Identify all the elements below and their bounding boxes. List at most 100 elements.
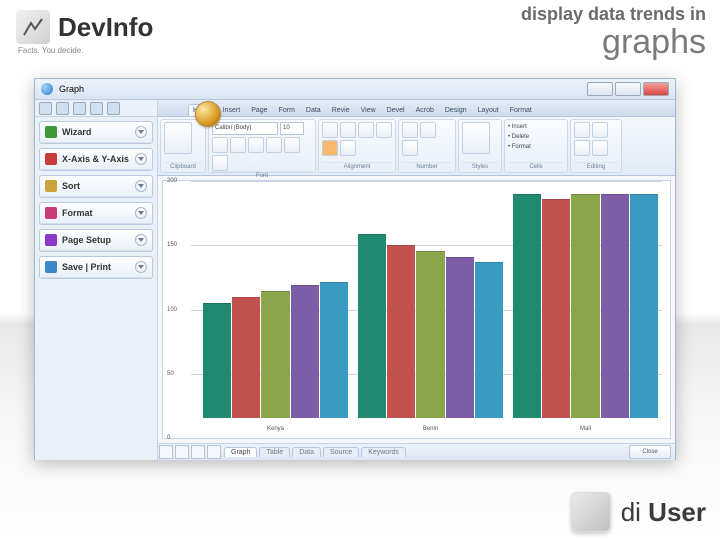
side-panel-format[interactable]: Format — [39, 202, 153, 225]
autosum-button[interactable] — [574, 122, 590, 138]
bar[interactable] — [416, 251, 444, 418]
bar[interactable] — [475, 262, 503, 418]
chevron-down-icon[interactable] — [135, 153, 147, 165]
ribbon-tab-revie[interactable]: Revie — [327, 104, 355, 116]
border-button[interactable] — [266, 137, 282, 153]
chevron-down-icon[interactable] — [135, 207, 147, 219]
side-panel-axes[interactable]: X-Axis & Y-Axis — [39, 148, 153, 171]
y-tick-label: 0 — [167, 435, 170, 441]
ribbon-tab-view[interactable]: View — [356, 104, 381, 116]
x-tick-label: Kenya — [203, 426, 348, 432]
align-tr-button[interactable] — [358, 122, 374, 138]
bar[interactable] — [601, 194, 629, 418]
clear-button[interactable] — [574, 140, 590, 156]
y-tick-label: 50 — [167, 371, 174, 377]
side-panel-save-print[interactable]: Save | Print — [39, 256, 153, 279]
sort-filter-button[interactable] — [592, 140, 608, 156]
close-button[interactable] — [643, 82, 669, 96]
ribbon-tab-insert[interactable]: Insert — [218, 104, 246, 116]
font-name-select[interactable]: Calibri (Body) — [212, 122, 278, 135]
cells-delete-button[interactable]: • Delete — [508, 132, 564, 142]
brand-name: DevInfo — [58, 12, 153, 43]
font-size-select[interactable]: 10 — [280, 122, 304, 135]
align-ml-button[interactable] — [376, 122, 392, 138]
italic-button[interactable] — [230, 137, 246, 153]
bar[interactable] — [203, 303, 231, 419]
bar[interactable] — [358, 234, 386, 418]
ribbon-group-font: Calibri (Body) 10 Font — [208, 119, 316, 173]
font-color-button[interactable] — [212, 155, 228, 171]
align-mc-button[interactable] — [322, 140, 338, 156]
misc-icon[interactable] — [107, 102, 120, 115]
sheet-tab-strip: GraphTableDataSourceKeywords Close — [158, 443, 675, 460]
ribbon-tab-form[interactable]: Form — [274, 104, 300, 116]
bar[interactable] — [513, 194, 541, 418]
sheet-nav-first-button[interactable] — [159, 445, 173, 459]
line-icon[interactable] — [73, 102, 86, 115]
side-panel-label: Format — [62, 208, 130, 218]
footer-cube-icon — [571, 492, 611, 532]
bar[interactable] — [630, 194, 658, 418]
bar[interactable] — [232, 297, 260, 418]
ribbon-tab-format[interactable]: Format — [505, 104, 537, 116]
bar[interactable] — [291, 285, 319, 418]
ribbon-tab-data[interactable]: Data — [301, 104, 326, 116]
bar[interactable] — [387, 245, 415, 418]
bar[interactable] — [446, 257, 474, 418]
chevron-down-icon[interactable] — [135, 261, 147, 273]
maximize-button[interactable] — [615, 82, 641, 96]
ribbon-tab-acrob[interactable]: Acrob — [411, 104, 439, 116]
fill-button[interactable] — [592, 122, 608, 138]
bar[interactable] — [261, 291, 289, 418]
side-panel-page-setup[interactable]: Page Setup — [39, 229, 153, 252]
paste-button[interactable] — [164, 122, 192, 154]
sheet-nav-last-button[interactable] — [207, 445, 221, 459]
side-panel-sort[interactable]: Sort — [39, 175, 153, 198]
sheet-tab-data[interactable]: Data — [292, 447, 321, 457]
sheet-close-button[interactable]: Close — [629, 445, 671, 459]
chevron-down-icon[interactable] — [135, 234, 147, 246]
comma-button[interactable] — [402, 140, 418, 156]
ribbon-tab-layout[interactable]: Layout — [473, 104, 504, 116]
cells-insert-button[interactable]: • Insert — [508, 122, 564, 132]
percent-button[interactable] — [420, 122, 436, 138]
bar[interactable] — [542, 199, 570, 418]
underline-button[interactable] — [248, 137, 264, 153]
minimize-button[interactable] — [587, 82, 613, 96]
chart-area[interactable]: 050100150200KenyaBeninMali — [162, 180, 671, 439]
ribbon-tab-page[interactable]: Page — [246, 104, 272, 116]
x-tick-label: Mali — [513, 426, 658, 432]
office-orb-button[interactable] — [195, 101, 221, 127]
window-title: Graph — [59, 84, 84, 94]
sheet-nav-next-button[interactable] — [191, 445, 205, 459]
chevron-down-icon[interactable] — [135, 126, 147, 138]
sheet-nav-prev-button[interactable] — [175, 445, 189, 459]
number-format-button[interactable] — [402, 122, 418, 138]
sheet-tab-source[interactable]: Source — [323, 447, 359, 457]
bar[interactable] — [320, 282, 348, 418]
chevron-down-icon[interactable] — [135, 180, 147, 192]
ribbon: Clipboard Calibri (Body) 10 — [158, 117, 675, 176]
pie-icon[interactable] — [90, 102, 103, 115]
bar[interactable] — [571, 194, 599, 418]
ribbon-group-editing: Editing — [570, 119, 622, 173]
a-icon[interactable] — [39, 102, 52, 115]
fill-color-button[interactable] — [284, 137, 300, 153]
styles-button[interactable] — [462, 122, 490, 154]
bar-icon[interactable] — [56, 102, 69, 115]
ribbon-tab-design[interactable]: Design — [440, 104, 472, 116]
sheet-tab-graph[interactable]: Graph — [224, 447, 257, 457]
sheet-tab-keywords[interactable]: Keywords — [361, 447, 406, 457]
side-panel-wizard[interactable]: Wizard — [39, 121, 153, 144]
sheet-tab-table[interactable]: Table — [259, 447, 290, 457]
ribbon-group-alignment: Alignment — [318, 119, 396, 173]
brand-logo: DevInfo — [16, 10, 153, 44]
cells-format-button[interactable]: • Format — [508, 142, 564, 152]
align-tc-button[interactable] — [340, 122, 356, 138]
ribbon-tab-devel[interactable]: Devel — [382, 104, 410, 116]
align-mr-button[interactable] — [340, 140, 356, 156]
align-tl-button[interactable] — [322, 122, 338, 138]
ribbon-tabs: HomeInsertPageFormDataRevieViewDevelAcro… — [158, 100, 675, 117]
side-panel-label: Save | Print — [62, 262, 130, 272]
bold-button[interactable] — [212, 137, 228, 153]
